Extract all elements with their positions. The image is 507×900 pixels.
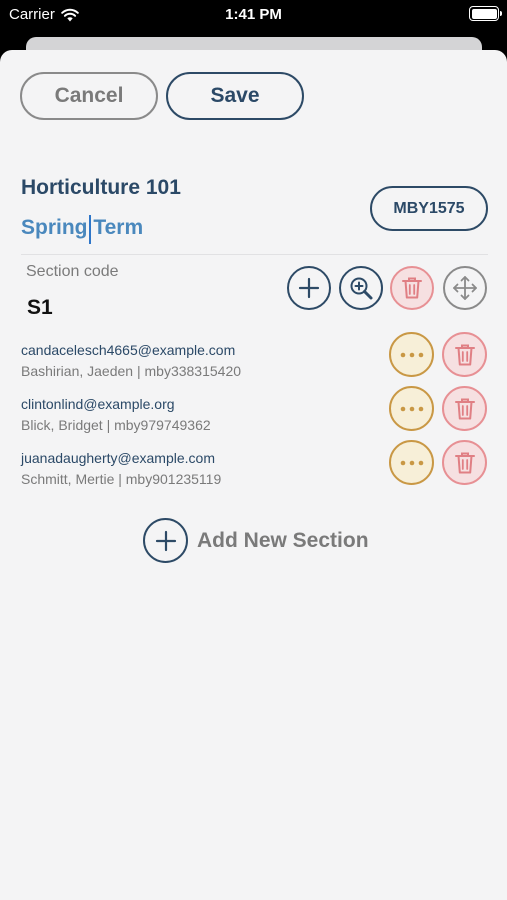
ellipsis-icon (400, 352, 423, 357)
member-details: Bashirian, Jaeden | mby338315420 (21, 363, 242, 379)
move-icon (453, 276, 477, 300)
add-new-section-label: Add New Section (197, 528, 369, 552)
member-email: candacelesch4665@example.com (21, 342, 236, 358)
add-member-button[interactable] (287, 266, 331, 310)
ellipsis-icon (400, 406, 423, 411)
add-new-section-button[interactable]: Add New Section (143, 518, 369, 563)
save-button[interactable]: Save (166, 72, 304, 120)
course-title: Horticulture 101 (21, 176, 181, 199)
delete-section-button[interactable] (390, 266, 434, 310)
member-details: Schmitt, Mertie | mby901235119 (21, 471, 222, 487)
search-member-button[interactable] (339, 266, 383, 310)
list-item[interactable]: juanadaugherty@example.com Schmitt, Mert… (0, 440, 507, 504)
divider (21, 254, 488, 255)
zoom-in-icon (350, 277, 373, 300)
trash-icon (454, 452, 475, 473)
plus-icon (298, 277, 320, 299)
clock: 1:41 PM (225, 6, 282, 23)
more-options-button[interactable] (389, 332, 434, 377)
member-email: juanadaugherty@example.com (21, 450, 215, 466)
remove-member-button[interactable] (442, 332, 487, 377)
section-code-label: Section code (26, 263, 119, 280)
list-item[interactable]: candacelesch4665@example.com Bashirian, … (0, 332, 507, 396)
more-options-button[interactable] (389, 386, 434, 431)
member-email: clintonlind@example.org (21, 396, 175, 412)
trash-icon (454, 344, 475, 365)
list-item[interactable]: clintonlind@example.org Blick, Bridget |… (0, 386, 507, 450)
text-cursor (89, 215, 91, 244)
status-bar: Carrier 1:41 PM (0, 0, 507, 30)
add-section-circle[interactable] (143, 518, 188, 563)
plus-icon (155, 530, 176, 551)
battery-icon (469, 6, 502, 21)
remove-member-button[interactable] (442, 386, 487, 431)
section-code-value[interactable]: S1 (27, 296, 53, 320)
cancel-button[interactable]: Cancel (20, 72, 158, 120)
term-input[interactable]: Spring Term (21, 216, 143, 240)
move-section-button[interactable] (443, 266, 487, 310)
more-options-button[interactable] (389, 440, 434, 485)
ellipsis-icon (400, 460, 423, 465)
member-details: Blick, Bridget | mby979749362 (21, 417, 211, 433)
remove-member-button[interactable] (442, 440, 487, 485)
trash-icon (402, 277, 422, 299)
trash-icon (454, 398, 475, 419)
course-code-badge[interactable]: MBY1575 (370, 186, 488, 231)
